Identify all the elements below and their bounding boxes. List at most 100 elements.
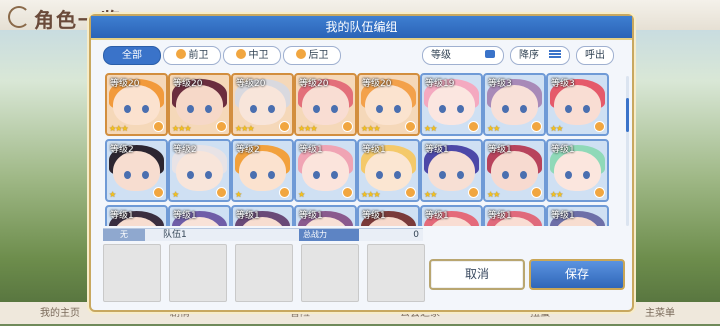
character-eye (205, 105, 212, 113)
grid-scrollbar[interactable] (626, 76, 629, 226)
character-eye (142, 105, 149, 113)
character-face (113, 151, 160, 191)
dialog-title: 我的队伍编组 (91, 16, 632, 40)
character-card[interactable]: 等级1★ (420, 205, 483, 226)
tab-front[interactable]: 前卫 (163, 46, 221, 65)
character-card[interactable]: 等级20 ★★★ (168, 73, 231, 136)
tab-back[interactable]: 后卫 (283, 46, 341, 65)
team-info-bar: 无 队伍1 总战力 0 (103, 228, 423, 241)
character-eye (394, 105, 401, 113)
character-card[interactable]: 等级1★ (294, 205, 357, 226)
character-card[interactable]: 等级1★ (357, 205, 420, 226)
scroll-thumb[interactable] (626, 98, 629, 132)
character-eye (583, 171, 590, 179)
team-name: 队伍1 (163, 230, 187, 240)
role-badge-icon (531, 187, 542, 198)
team-slot[interactable] (301, 244, 359, 302)
tab-middle[interactable]: 中卫 (223, 46, 281, 65)
character-card[interactable]: 等级1 ★ (294, 139, 357, 202)
character-card[interactable]: 等级1★ (168, 205, 231, 226)
character-card[interactable]: 等级1 ★★ (546, 139, 609, 202)
team-slot[interactable] (169, 244, 227, 302)
character-eye (187, 105, 194, 113)
tab-label: 全部 (122, 50, 142, 61)
character-card[interactable]: 等级20 ★★★ (294, 73, 357, 136)
character-eye (565, 171, 572, 179)
call-button[interactable]: 呼出 (576, 46, 614, 65)
total-power-value: 0 (413, 230, 419, 240)
sort-order-icon (549, 50, 561, 58)
cancel-button[interactable]: 取消 (429, 259, 525, 290)
star-rating-icon: ★★★ (109, 124, 128, 133)
character-card[interactable]: 等级1★ (105, 205, 168, 226)
star-rating-icon: ★★★ (235, 124, 254, 133)
front-role-icon (175, 49, 186, 59)
character-eye (520, 171, 527, 179)
role-badge-icon (594, 187, 605, 198)
star-rating-icon: ★★★ (172, 124, 191, 133)
character-card[interactable]: 等级1★ (231, 205, 294, 226)
character-level: 等级3 (488, 79, 512, 89)
character-level: 等级1 (173, 211, 197, 221)
character-card[interactable]: 等级3 ★★ (546, 73, 609, 136)
character-card[interactable]: 等级2 ★ (168, 139, 231, 202)
character-face (302, 151, 349, 191)
back-role-icon (295, 49, 306, 59)
character-card[interactable]: 等级1★ (546, 205, 609, 226)
role-badge-icon (468, 187, 479, 198)
character-eye (376, 171, 383, 179)
character-face (113, 85, 160, 125)
character-card[interactable]: 等级20 ★★★ (105, 73, 168, 136)
tab-label: 前卫 (188, 50, 209, 61)
star-rating-icon: ★★ (550, 124, 563, 133)
character-eye (205, 171, 212, 179)
star-rating-icon: ★ (109, 190, 116, 199)
character-level: 等级1 (299, 145, 323, 155)
role-badge-icon (405, 121, 416, 132)
character-card[interactable]: 等级1 ★★★ (357, 139, 420, 202)
character-level: 等级1 (425, 211, 449, 221)
character-face (176, 151, 223, 191)
character-card[interactable]: 等级3 ★★ (483, 73, 546, 136)
character-card[interactable]: 等级1★ (483, 205, 546, 226)
team-slot[interactable] (103, 244, 161, 302)
save-button[interactable]: 保存 (529, 259, 625, 290)
star-rating-icon: ★ (235, 190, 242, 199)
character-face (365, 151, 412, 191)
role-badge-icon (279, 187, 290, 198)
order-desc-button[interactable]: 降序 (510, 46, 570, 65)
character-level: 等级1 (425, 145, 449, 155)
team-slots (103, 244, 433, 302)
role-filter-tabs: 全部 前卫 中卫 后卫 (103, 46, 343, 65)
character-card[interactable]: 等级2 ★ (105, 139, 168, 202)
character-face (239, 151, 286, 191)
team-slot[interactable] (235, 244, 293, 302)
character-level: 等级19 (425, 79, 455, 89)
character-card[interactable]: 等级1 ★★ (420, 139, 483, 202)
character-face (554, 151, 601, 191)
role-badge-icon (279, 121, 290, 132)
character-face (302, 85, 349, 125)
call-label: 呼出 (585, 50, 605, 61)
star-rating-icon: ★ (298, 190, 305, 199)
character-grid: 等级20 ★★★ 等级20 ★★★ 等级20 ★★★ 等级20 ★★★ 等级20 ★★★ 等级19 ★… (105, 73, 627, 226)
star-rating-icon: ★ (172, 190, 179, 199)
role-badge-icon (216, 187, 227, 198)
character-card[interactable]: 等级20 ★★★ (231, 73, 294, 136)
character-card[interactable]: 等级19 ★★ (420, 73, 483, 136)
character-eye (457, 105, 464, 113)
character-card[interactable]: 等级2 ★ (231, 139, 294, 202)
team-slot[interactable] (367, 244, 425, 302)
sort-label: 等级 (431, 50, 451, 61)
character-card[interactable]: 等级20 ★★★ (357, 73, 420, 136)
character-eye (268, 105, 275, 113)
character-face (554, 85, 601, 125)
character-card[interactable]: 等级1 ★★ (483, 139, 546, 202)
character-level: 等级2 (110, 145, 134, 155)
star-rating-icon: ★★ (487, 190, 500, 199)
character-eye (439, 171, 446, 179)
tab-all[interactable]: 全部 (103, 46, 161, 65)
star-rating-icon: ★★ (550, 190, 563, 199)
character-level: 等级1 (551, 145, 575, 155)
sort-by-level-button[interactable]: 等级 (422, 46, 504, 65)
